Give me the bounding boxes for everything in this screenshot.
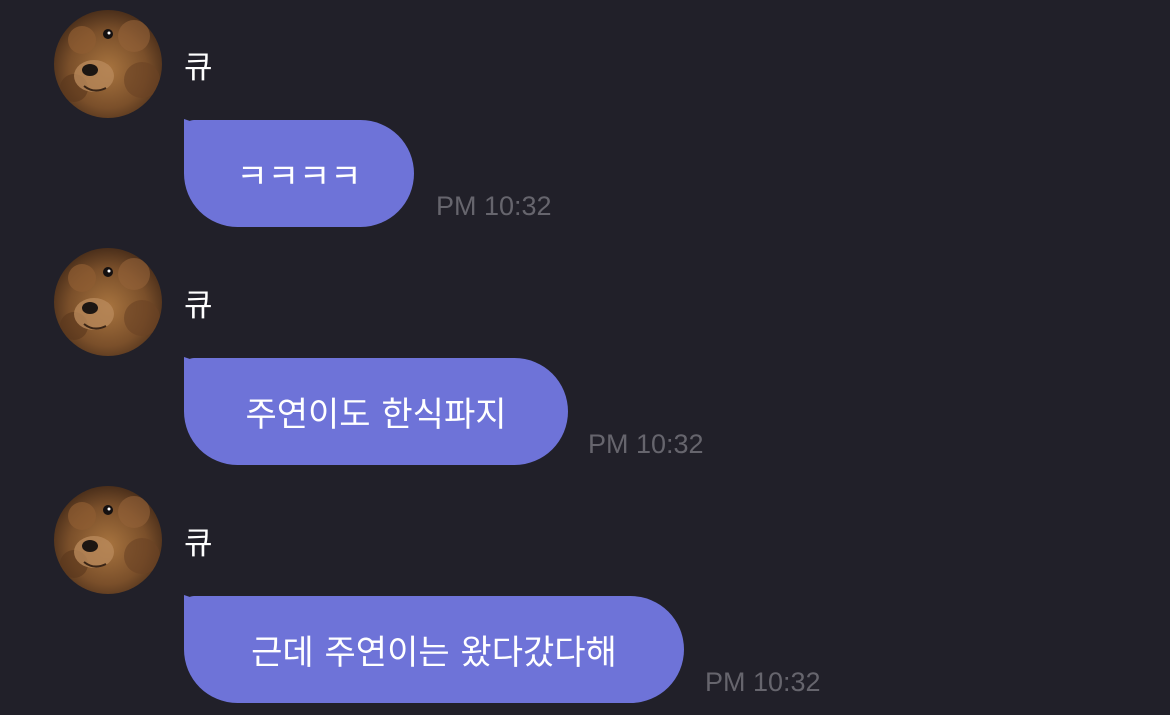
message-bubble[interactable]: 근데 주연이는 왔다갔다해 <box>184 596 684 703</box>
message-text: ㅋㅋㅋㅋ <box>236 157 362 197</box>
chat-message: 큐 근데 주연이는 왔다갔다해 PM 10:32 <box>0 476 1170 714</box>
message-bubble[interactable]: ㅋㅋㅋㅋ <box>184 120 414 227</box>
dog-avatar-icon[interactable] <box>54 486 162 594</box>
sender-name: 큐 <box>184 288 213 324</box>
message-bubble[interactable]: 주연이도 한식파지 <box>184 358 568 465</box>
message-timestamp: PM 10:32 <box>588 429 704 459</box>
sender-name: 큐 <box>184 50 213 86</box>
sender-name: 큐 <box>184 526 213 562</box>
message-timestamp: PM 10:32 <box>705 667 821 697</box>
message-text: 주연이도 한식파지 <box>245 395 507 435</box>
chat-message: 큐 ㅋㅋㅋㅋ PM 10:32 <box>0 0 1170 238</box>
message-text: 근데 주연이는 왔다갔다해 <box>251 633 617 673</box>
dog-avatar-icon[interactable] <box>54 248 162 356</box>
dog-avatar-icon[interactable] <box>54 10 162 118</box>
chat-message: 큐 주연이도 한식파지 PM 10:32 <box>0 238 1170 476</box>
message-timestamp: PM 10:32 <box>436 191 552 221</box>
